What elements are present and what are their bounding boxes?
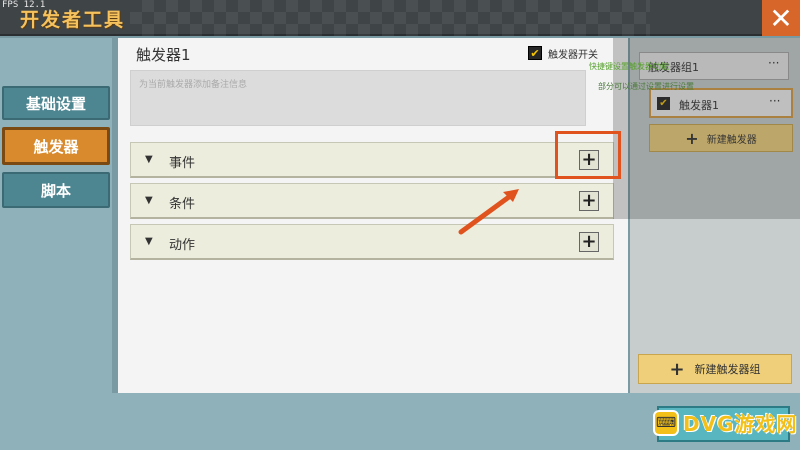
collapse-arrow-icon[interactable]: ▼ bbox=[145, 195, 153, 206]
watermark-logo: ⌨ DVG游戏网 bbox=[653, 408, 798, 437]
note-placeholder: 为当前触发器添加备注信息 bbox=[139, 80, 248, 90]
add-event-button[interactable]: + bbox=[579, 150, 599, 170]
trigger-editor-panel: 触发器1 ✔ 触发器开关 为当前触发器添加备注信息 ▼ 事件 + ▼ 条件 + … bbox=[118, 38, 628, 393]
new-trigger-label: 新建触发器 bbox=[706, 134, 757, 146]
condition-section[interactable]: ▼ 条件 + bbox=[130, 183, 614, 219]
app-title: 开发者工具 bbox=[20, 9, 126, 31]
sidebar-item-label: 触发器 bbox=[33, 137, 79, 156]
sidebar-item-scripts[interactable]: 脚本 bbox=[2, 172, 110, 208]
plus-icon: + bbox=[581, 149, 597, 170]
section-label-action: 动作 bbox=[169, 238, 196, 253]
plus-icon: + bbox=[581, 231, 597, 252]
watermark-text: DVG游戏网 bbox=[683, 412, 798, 436]
collapse-arrow-icon[interactable]: ▼ bbox=[145, 154, 153, 165]
trigger-item-label: 触发器1 bbox=[679, 99, 719, 112]
more-dots-icon[interactable]: ··· bbox=[769, 94, 780, 108]
plus-icon: + bbox=[581, 190, 597, 211]
trigger-list-item[interactable]: ✔ 触发器1 ··· bbox=[649, 88, 793, 118]
close-icon: ✕ bbox=[769, 1, 793, 35]
trigger-name-title: 触发器1 bbox=[136, 46, 191, 64]
section-label-event: 事件 bbox=[169, 156, 196, 171]
add-condition-button[interactable]: + bbox=[579, 191, 599, 211]
add-action-button[interactable]: + bbox=[579, 232, 599, 252]
trigger-enabled-checkbox[interactable]: ✔ bbox=[657, 97, 670, 110]
tooltip-text: 快捷键设置触发器功能 bbox=[589, 62, 669, 71]
sidebar-item-label: 基础设置 bbox=[25, 94, 86, 113]
sidebar-item-basic-settings[interactable]: 基础设置 bbox=[2, 86, 110, 120]
sidebar: 基础设置 触发器 脚本 bbox=[0, 38, 112, 450]
trigger-note-input[interactable]: 为当前触发器添加备注信息 bbox=[130, 70, 586, 126]
new-trigger-group-button[interactable]: + 新建触发器组 bbox=[638, 354, 792, 384]
trigger-switch-checkbox[interactable]: ✔ bbox=[528, 46, 542, 60]
plus-icon: + bbox=[669, 358, 685, 380]
gamepad-icon: ⌨ bbox=[653, 409, 679, 436]
new-trigger-button[interactable]: + 新建触发器 bbox=[649, 124, 793, 152]
more-dots-icon[interactable]: ··· bbox=[768, 56, 779, 70]
title-bar-pattern bbox=[130, 0, 650, 36]
check-icon: ✔ bbox=[659, 98, 668, 109]
sidebar-item-triggers[interactable]: 触发器 bbox=[2, 127, 110, 165]
event-section[interactable]: ▼ 事件 + bbox=[130, 142, 614, 178]
check-icon: ✔ bbox=[530, 46, 540, 60]
new-group-label: 新建触发器组 bbox=[694, 363, 761, 376]
trigger-switch-label: 触发器开关 bbox=[548, 50, 598, 61]
section-label-condition: 条件 bbox=[169, 197, 196, 212]
sidebar-item-label: 脚本 bbox=[40, 181, 71, 200]
plus-icon: + bbox=[685, 128, 699, 148]
collapse-arrow-icon[interactable]: ▼ bbox=[145, 236, 153, 247]
tooltip-text: 部分可以通过设置进行设置 bbox=[598, 82, 694, 91]
title-bar: FPS 12.1 开发者工具 ✕ bbox=[0, 0, 800, 36]
close-button[interactable]: ✕ bbox=[762, 0, 800, 36]
action-section[interactable]: ▼ 动作 + bbox=[130, 224, 614, 260]
